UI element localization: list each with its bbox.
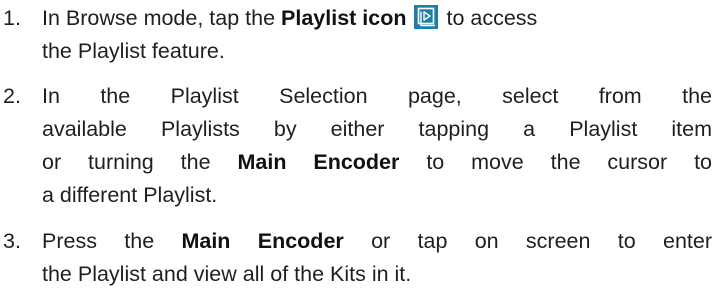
step-number: 2. [3,84,21,108]
step-text-run: or tap on screen to enter [371,229,712,253]
step-line: the Playlist feature. [42,39,225,63]
step-text-run: Press the [42,229,155,253]
step-line: Press the Main Encoder or tap on screen … [42,225,712,258]
step-text: In the Playlist Selection page, select f… [42,80,712,212]
step-line: In Browse mode, tap the Playlist icon to… [42,2,712,35]
playlist-icon [414,5,439,29]
step-text: In Browse mode, tap the Playlist icon to… [42,2,712,68]
step-text: Press the Main Encoder or tap on screen … [42,225,712,291]
step-line: available Playlists by either tapping a … [42,117,712,141]
step-line: a different Playlist. [42,183,218,207]
step-text-run: to access [446,6,538,30]
step-number: 1. [3,6,21,30]
bold-term: Main Encoder [181,229,344,253]
step-text-run: or turning the [42,150,211,174]
step-line: or turning the Main Encoder to move the … [42,146,712,179]
step-text-run: In Browse mode, tap the [42,6,276,30]
step-number: 3. [3,229,21,253]
step-line: the Playlist and view all of the Kits in… [42,262,412,286]
step-line: In the Playlist Selection page, select f… [42,84,712,108]
step-text-run: to move the cursor to [426,150,712,174]
bold-term: Playlist icon [281,6,407,30]
bold-term: Main Encoder [237,150,400,174]
